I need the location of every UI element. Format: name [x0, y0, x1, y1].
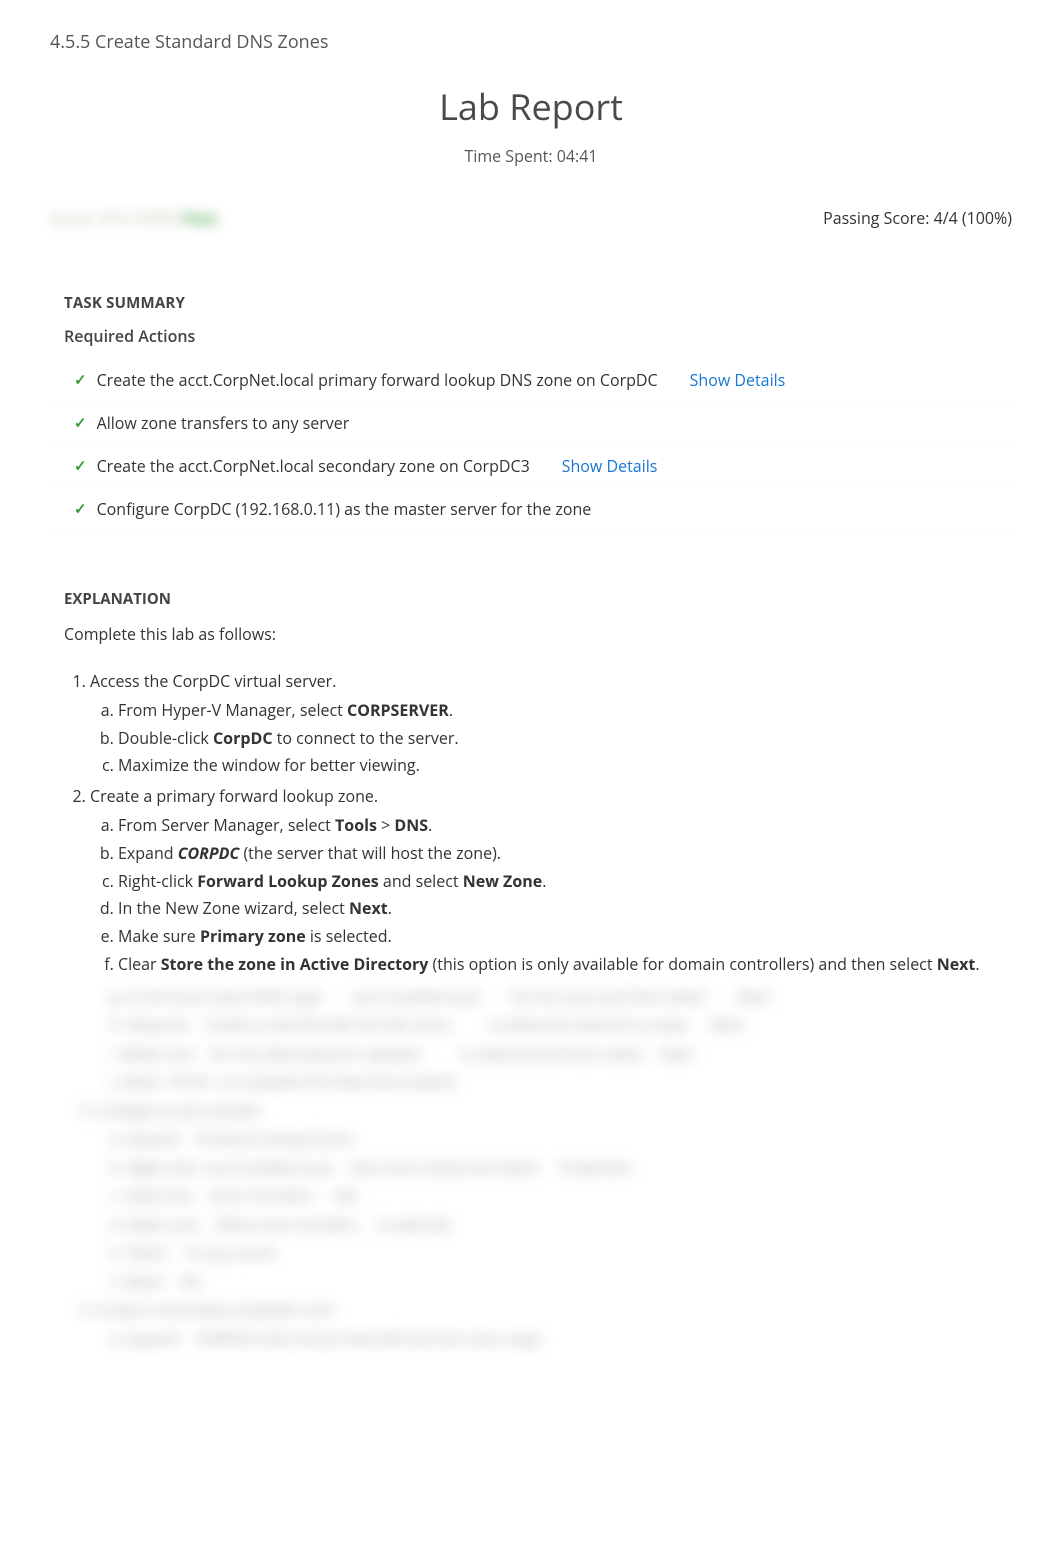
task-summary-header: TASK SUMMARY	[64, 293, 1012, 313]
step-2f: Clear Store the zone in Active Directory…	[118, 952, 1012, 977]
check-icon: ✓	[74, 459, 87, 474]
step-2c: Right-click Forward Lookup Zones and sel…	[118, 869, 1012, 894]
task-row: ✓ Allow zone transfers to any server	[50, 402, 1012, 445]
time-spent: Time Spent: 04:41	[50, 145, 1012, 167]
step-2: Create a primary forward lookup zone. Fr…	[90, 784, 1012, 977]
show-details-link[interactable]: Show Details	[562, 455, 658, 477]
explanation-steps: Access the CorpDC virtual server. From H…	[50, 669, 1012, 977]
task-text: Create the acct.CorpNet.local primary fo…	[97, 369, 658, 391]
task-list: ✓ Create the acct.CorpNet.local primary …	[50, 359, 1012, 559]
step-2b: Expand CORPDC (the server that will host…	[118, 841, 1012, 866]
breadcrumb: 4.5.5 Create Standard DNS Zones	[50, 30, 1012, 62]
score-row: Score: 4/4 (100%) Pass Passing Score: 4/…	[50, 203, 1012, 233]
check-icon: ✓	[74, 502, 87, 517]
check-icon: ✓	[74, 373, 87, 388]
step-1a: From Hyper-V Manager, select CORPSERVER.	[118, 698, 1012, 723]
step-2d: In the New Zone wizard, select Next.	[118, 896, 1012, 921]
passing-score: Passing Score: 4/4 (100%)	[823, 207, 1012, 229]
page-title: Lab Report	[50, 82, 1012, 131]
check-icon: ✓	[74, 416, 87, 431]
task-text: Allow zone transfers to any server	[97, 412, 350, 434]
step-1b: Double-click CorpDC to connect to the se…	[118, 726, 1012, 751]
step-1: Access the CorpDC virtual server. From H…	[90, 669, 1012, 778]
task-row: ✓ Create the acct.CorpNet.local primary …	[50, 359, 1012, 402]
task-row: ✓ Create the acct.CorpNet.local secondar…	[50, 445, 1012, 488]
task-text: Configure CorpDC (192.168.0.11) as the m…	[97, 498, 592, 520]
explanation-intro: Complete this lab as follows:	[64, 623, 1012, 645]
step-1c: Maximize the window for better viewing.	[118, 753, 1012, 778]
task-row: ✓ Configure CorpDC (192.168.0.11) as the…	[50, 488, 1012, 531]
score-label: Score: 4/4 (100%) Pass	[50, 207, 217, 229]
show-details-link[interactable]: Show Details	[690, 369, 786, 391]
required-actions-header: Required Actions	[64, 325, 1012, 347]
explanation-header: EXPLANATION	[64, 589, 1012, 609]
step-2e: Make sure Primary zone is selected.	[118, 924, 1012, 949]
step-2a: From Server Manager, select Tools > DNS.	[118, 813, 1012, 838]
task-text: Create the acct.CorpNet.local secondary …	[97, 455, 530, 477]
blurred-content: g. In the Zone name field, type acct.Cor…	[50, 985, 1012, 1353]
